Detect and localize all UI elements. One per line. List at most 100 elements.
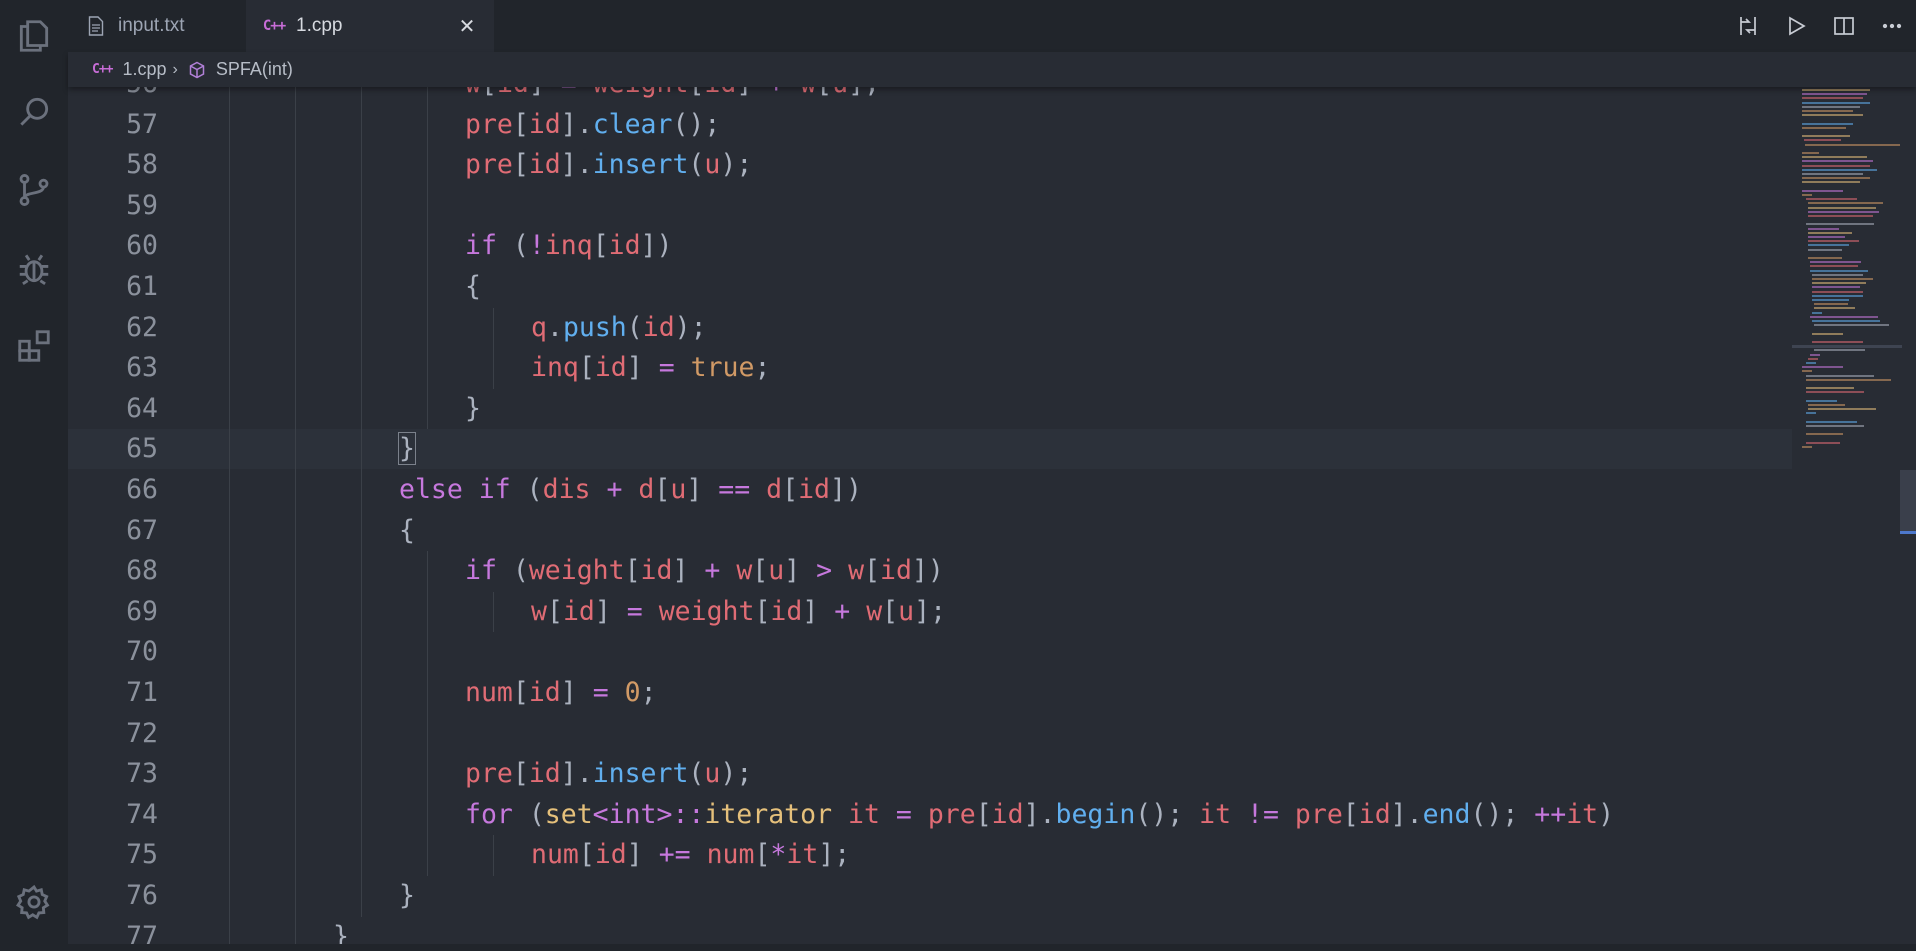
code-line[interactable]: 75 num[id] += num[*it]; [68,835,1792,875]
code-line[interactable]: 74 for (set<int>::iterator it = pre[id].b… [68,795,1792,835]
minimap-line [1814,307,1855,310]
code-token: ] [686,474,719,505]
code-line[interactable]: 65} [68,429,1792,470]
code-line[interactable]: 61 { [68,267,1792,307]
editor-actions [1724,0,1916,52]
code-token: ]) [911,555,944,587]
code-line[interactable]: 68 if (weight[id] + w[u] > w[id]) [68,551,1792,591]
tab-input-txt[interactable]: input.txt [68,0,246,52]
minimap-line [1808,231,1853,234]
minimap-line [1802,370,1813,373]
code-text: { [465,267,481,307]
more-actions-icon[interactable] [1868,0,1916,52]
code-token: u [670,474,687,505]
scrollbar-thumb[interactable] [1900,470,1916,534]
code-token: num [465,677,513,708]
code-token: id [798,474,830,505]
code-line[interactable]: 64} [68,389,1792,429]
code-editor[interactable]: 56w[id] = weight[id] + w[u];57pre[id].cl… [68,87,1792,944]
code-token: if [465,555,497,587]
minimap-line [1808,240,1859,243]
minimap-line [1802,164,1870,167]
code-token: } [398,432,416,466]
code-text: for (set<int>::iterator it = pre[id].beg… [465,795,1614,835]
extensions-icon[interactable] [0,314,68,378]
chevron-right-icon: › [172,60,178,78]
minimap-line [1802,122,1853,125]
code-token: = [561,87,577,99]
code-line[interactable]: 72 [68,714,1792,754]
close-icon[interactable]: ✕ [454,13,480,39]
code-token: = [658,352,675,384]
code-line[interactable]: 66 else if (dis + d[u] == d[id]) [68,470,1792,510]
code-text: } [333,917,349,944]
indent-guide [493,835,494,876]
source-control-icon[interactable] [0,158,68,222]
code-token: id [594,352,627,384]
code-line[interactable]: 71 num[id] = 0; [68,673,1792,713]
code-token: u [704,758,721,790]
line-number: 61 [126,271,158,302]
explorer-icon[interactable] [0,4,68,68]
code-line[interactable]: 73 pre[id].insert(u); [68,754,1792,794]
code-line[interactable]: 60 if (!inq[id]) [68,226,1792,266]
tab-label: 1.cpp [296,15,343,36]
minimap-line [1802,97,1864,100]
code-line[interactable]: 76} [68,876,1792,916]
run-icon[interactable] [1772,0,1820,52]
code-line[interactable]: 70 [68,632,1792,672]
minimap-line [1802,181,1860,184]
code-text: } [398,429,416,469]
minimap-line [1812,290,1863,293]
code-line[interactable]: 69 w[id] = weight[id] + w[u]; [68,592,1792,632]
tab-1-cpp[interactable]: C++ 1.cpp ✕ [246,0,494,52]
split-editor-icon[interactable] [1820,0,1868,52]
code-token: ]. [560,149,593,181]
code-token: . [546,311,563,343]
minimap-line [1802,110,1853,112]
code-token: < [592,798,609,830]
code-token: [ [481,87,497,99]
minimap-cursor-line [1792,345,1902,348]
code-token: ] [529,87,561,99]
code-token: num [531,839,579,871]
code-token: ) [1598,798,1615,830]
code-token: [ [882,595,899,627]
code-token: id [594,839,627,871]
minimap-line [1808,404,1846,406]
code-line[interactable]: 56w[id] = weight[id] + w[u]; [68,87,1792,104]
code-token: it [786,839,819,871]
code-line[interactable]: 63 inq[id] = true; [68,348,1792,388]
indent-guide [493,307,494,389]
code-token: u [832,87,848,99]
minimap-line [1808,210,1880,213]
code-line[interactable]: 59 [68,186,1792,226]
code-line[interactable]: 57 pre[id].clear(); [68,105,1792,145]
code-token: true [690,352,755,384]
minimap[interactable] [1792,87,1902,944]
code-line[interactable]: 77} [68,917,1792,944]
breadcrumb-symbol[interactable]: SPFA(int) [216,59,293,80]
minimap-line [1810,353,1821,356]
code-token: [ [654,474,671,505]
code-token: ); [674,311,707,343]
cpp-icon: C++ [92,62,114,77]
code-text: if (weight[id] + w[u] > w[id]) [465,551,944,591]
code-line[interactable]: 58 pre[id].insert(u); [68,145,1792,185]
code-line[interactable]: 62 q.push(id); [68,308,1792,348]
code-token: id [528,149,561,181]
code-line[interactable]: 67 { [68,511,1792,551]
settings-gear-icon[interactable] [0,870,68,934]
minimap-line [1802,93,1867,96]
search-icon[interactable] [0,80,68,144]
debug-icon[interactable] [0,236,68,300]
compare-changes-icon[interactable] [1724,0,1772,52]
breadcrumb-file[interactable]: 1.cpp [122,59,166,80]
scrollbar-cursor-marker [1900,531,1916,534]
minimap-line [1814,324,1889,327]
minimap-line [1810,269,1868,272]
code-token: u [898,595,915,627]
